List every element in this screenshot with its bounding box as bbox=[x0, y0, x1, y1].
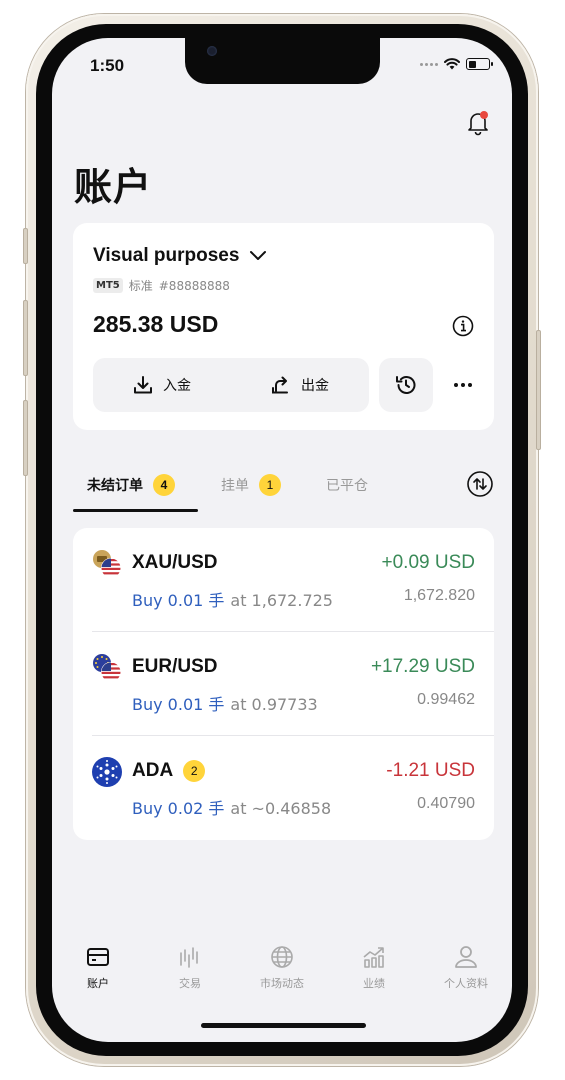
position-pnl: +17.29 USD bbox=[370, 656, 475, 677]
signal-icon bbox=[420, 62, 438, 66]
position-direction: Buy 0.01 手 bbox=[132, 695, 225, 714]
tab-label: 未结订单 bbox=[87, 478, 143, 494]
position-pnl: +0.09 USD bbox=[381, 552, 475, 573]
tab-open-orders[interactable]: 未结订单 4 bbox=[87, 466, 175, 504]
mute-switch bbox=[23, 228, 28, 264]
nav-label: 个人资料 bbox=[444, 977, 488, 990]
sort-icon[interactable] bbox=[466, 470, 494, 498]
position-row[interactable]: XAU/USD +0.09 USD Buy 0.01 手 at 1,672.72… bbox=[73, 528, 494, 632]
active-tab-indicator bbox=[73, 509, 198, 512]
person-icon bbox=[455, 946, 477, 968]
nav-label: 交易 bbox=[179, 977, 201, 990]
account-balance: 285.38 USD bbox=[93, 311, 219, 337]
position-symbol: EUR/USD bbox=[132, 656, 218, 678]
open-positions-list: XAU/USD +0.09 USD Buy 0.01 手 at 1,672.72… bbox=[73, 528, 494, 840]
account-meta: MT5 标准 #88888888 bbox=[93, 277, 230, 294]
account-name: Visual purposes bbox=[93, 245, 240, 266]
position-open-price: at 0.97733 bbox=[230, 695, 318, 714]
globe-icon bbox=[271, 946, 293, 968]
wallet-icon bbox=[87, 948, 109, 966]
page-title: 账户 bbox=[74, 165, 153, 209]
cardano-icon bbox=[92, 757, 122, 787]
tab-closed-orders[interactable]: 已平仓 bbox=[326, 466, 368, 504]
nav-label: 账户 bbox=[87, 977, 109, 990]
position-open-price: at 1,672.725 bbox=[230, 591, 333, 610]
notch bbox=[185, 38, 380, 84]
status-icons bbox=[420, 58, 493, 70]
symbol-label: ADA bbox=[132, 760, 174, 781]
deposit-button[interactable]: 入金 bbox=[93, 358, 231, 412]
share-out-icon bbox=[272, 376, 288, 394]
nav-item-profile[interactable]: 个人资料 bbox=[420, 943, 512, 1013]
bottom-navigation: 账户 交易 市场动态 业绩 个人资料 bbox=[52, 943, 512, 1013]
tab-label: 已平仓 bbox=[326, 478, 368, 494]
wifi-icon bbox=[444, 58, 460, 70]
nav-item-trade[interactable]: 交易 bbox=[144, 943, 236, 1013]
nav-item-account[interactable]: 账户 bbox=[52, 943, 144, 1013]
volume-up-button bbox=[23, 300, 28, 376]
gold-usd-icon bbox=[93, 550, 121, 578]
withdraw-button[interactable]: 出金 bbox=[231, 358, 369, 412]
app-screen: 1:50 账户 Visual purposes MT5 标准 #88888888… bbox=[52, 38, 512, 1042]
account-card: Visual purposes MT5 标准 #88888888 285.38 … bbox=[73, 223, 494, 430]
symbol-label: XAU/USD bbox=[132, 552, 218, 573]
position-detail: Buy 0.02 手 at ~0.46858 bbox=[132, 795, 331, 819]
symbol-label: EUR/USD bbox=[132, 656, 218, 677]
deposit-label: 入金 bbox=[163, 378, 191, 394]
history-icon bbox=[396, 376, 416, 394]
nav-label: 市场动态 bbox=[260, 977, 304, 990]
info-icon[interactable] bbox=[452, 315, 474, 337]
tab-count-badge: 4 bbox=[153, 474, 175, 496]
camera bbox=[207, 46, 217, 56]
history-button[interactable] bbox=[379, 358, 433, 412]
fund-actions: 入金 出金 bbox=[93, 358, 369, 412]
position-current-price: 0.99462 bbox=[417, 691, 475, 708]
nav-label: 业绩 bbox=[363, 977, 385, 990]
power-button bbox=[536, 330, 541, 450]
position-detail: Buy 0.01 手 at 1,672.725 bbox=[132, 587, 333, 611]
position-current-price: 0.40790 bbox=[417, 795, 475, 812]
position-row[interactable]: ADA 2 -1.21 USD Buy 0.02 手 at ~0.46858 0… bbox=[73, 736, 494, 840]
position-pnl: -1.21 USD bbox=[386, 760, 475, 781]
home-indicator bbox=[201, 1023, 366, 1028]
volume-down-button bbox=[23, 400, 28, 476]
account-type: 标准 bbox=[128, 279, 153, 293]
eur-usd-icon bbox=[93, 654, 121, 682]
position-count-badge: 2 bbox=[183, 760, 206, 782]
position-open-price: at ~0.46858 bbox=[230, 799, 332, 818]
position-current-price: 1,672.820 bbox=[403, 587, 475, 604]
status-time: 1:50 bbox=[90, 56, 125, 75]
more-icon[interactable] bbox=[445, 358, 481, 412]
download-icon bbox=[134, 376, 152, 394]
notification-bell-icon[interactable] bbox=[466, 110, 490, 136]
position-detail: Buy 0.01 手 at 0.97733 bbox=[132, 691, 318, 715]
platform-badge: MT5 bbox=[93, 278, 123, 293]
position-symbol: ADA 2 bbox=[132, 760, 206, 782]
nav-item-performance[interactable]: 业绩 bbox=[328, 943, 420, 1013]
position-direction: Buy 0.01 手 bbox=[132, 591, 225, 610]
position-direction: Buy 0.02 手 bbox=[132, 799, 225, 818]
withdraw-label: 出金 bbox=[301, 378, 329, 394]
tab-label: 挂单 bbox=[221, 478, 249, 494]
tab-count-badge: 1 bbox=[259, 474, 281, 496]
nav-item-market-news[interactable]: 市场动态 bbox=[236, 943, 328, 1013]
battery-icon bbox=[466, 58, 493, 70]
tab-pending-orders[interactable]: 挂单 1 bbox=[221, 466, 281, 504]
performance-icon bbox=[363, 947, 384, 968]
candles-icon bbox=[180, 947, 198, 968]
account-selector[interactable]: Visual purposes bbox=[93, 245, 267, 267]
position-row[interactable]: EUR/USD +17.29 USD Buy 0.01 手 at 0.97733… bbox=[73, 632, 494, 736]
position-symbol: XAU/USD bbox=[132, 552, 218, 574]
orders-tabs: 未结订单 4 挂单 1 已平仓 bbox=[73, 466, 494, 514]
chevron-down-icon bbox=[250, 251, 267, 260]
account-number: #88888888 bbox=[158, 278, 230, 293]
